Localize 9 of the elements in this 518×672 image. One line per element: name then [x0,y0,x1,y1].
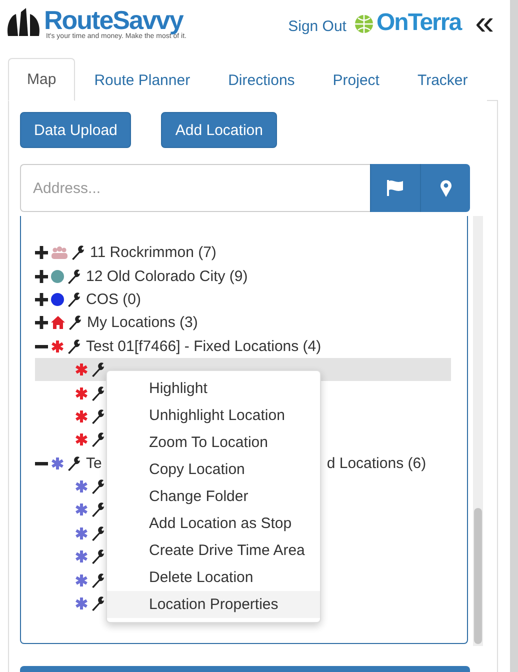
folder-label: 11 Rockrimmon (7) [90,244,216,262]
folder-label: Te [86,454,102,472]
folder-label: Test 01[f7466] - Fixed Locations (4) [86,338,322,355]
logo-text: RouteSavvy [44,6,184,32]
folder-label: My Locations (3) [87,314,198,332]
folder-label: COS (0) [86,290,142,308]
folder-label: 12 Old Colorado City (9) [86,268,248,285]
partner-logo-text: OnTerra [376,9,462,37]
folder-label: d Locations (6) [326,454,426,472]
